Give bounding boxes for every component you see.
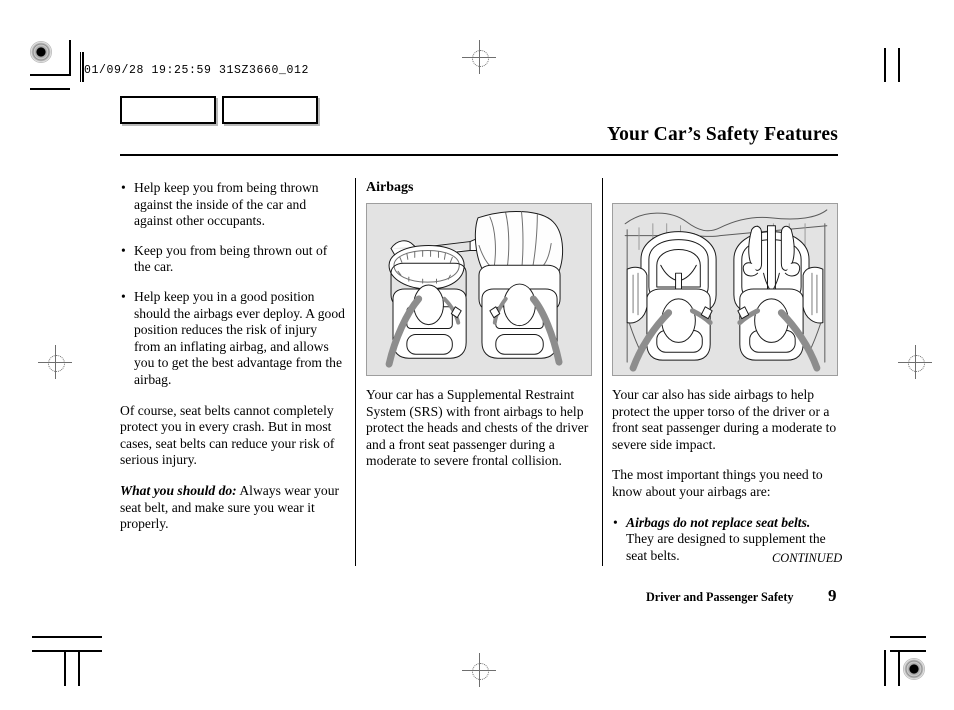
right-column-paragraph-1: Your car also has side airbags to help p… [612, 387, 837, 452]
registration-dot-top-left [30, 41, 52, 63]
page-number: 9 [828, 586, 837, 605]
front-airbags-illustration [385, 211, 564, 368]
front-airbags-figure [366, 203, 592, 376]
left-column-advice: What you should do: Always wear your sea… [120, 483, 346, 533]
registration-crosshair-right [898, 345, 932, 379]
registration-crosshair-bottom-center [462, 653, 496, 687]
header-box-left[interactable] [120, 96, 216, 124]
column-divider-left [355, 178, 356, 566]
right-column-paragraph-2: The most important things you need to kn… [612, 467, 823, 499]
crop-mark-top-right-vertical-2 [898, 48, 900, 82]
bullet-icon: • [121, 180, 126, 195]
crop-mark-top-right-vertical [884, 48, 886, 82]
crop-mark-bottom-left-horizontal [32, 636, 102, 638]
crop-mark-top-left-horizontal-2 [30, 88, 70, 90]
side-airbags-illustration [624, 209, 828, 372]
crop-mark-bottom-left-vertical [64, 650, 66, 686]
bullet-icon: • [121, 242, 126, 258]
registration-crosshair-top-center [462, 40, 496, 74]
advice-lead-in: What you should do: [120, 482, 237, 498]
page-title: Your Car’s Safety Features [606, 124, 838, 145]
header-box-right[interactable] [222, 96, 318, 124]
crop-mark-bottom-right-vertical [884, 650, 886, 686]
continued-label: CONTINUED [772, 551, 843, 565]
slug-rule [80, 52, 81, 82]
manual-page: 01/09/28 19:25:59 31SZ3660_012 Your Car’… [0, 0, 954, 710]
list-item: • Keep you from being thrown out of the … [120, 243, 346, 276]
print-slug: 01/09/28 19:25:59 31SZ3660_012 [84, 64, 310, 77]
crop-mark-top-left-horizontal [30, 74, 70, 76]
side-airbags-figure [612, 203, 838, 376]
left-column-bullet-list: • Help keep you from being thrown agains… [120, 180, 346, 389]
list-item: • Help keep you in a good position shoul… [120, 289, 346, 389]
bullet-icon: • [613, 514, 618, 530]
list-item-text: Help keep you in a good position should … [134, 288, 345, 387]
list-item-text: Keep you from being thrown out of the ca… [134, 242, 328, 275]
bullet-icon: • [121, 288, 126, 304]
crop-mark-top-left-vertical [69, 40, 71, 76]
title-underline [120, 154, 838, 156]
bullet-lead-in: Airbags do not replace seat belts. [626, 514, 811, 530]
footer-section-label: Driver and Passenger Safety [646, 590, 794, 604]
list-item-text: Help keep you from being thrown against … [134, 180, 319, 229]
crop-mark-bottom-right-horizontal [890, 636, 926, 638]
list-item: • Help keep you from being thrown agains… [120, 180, 346, 230]
registration-crosshair-left [38, 345, 72, 379]
crop-mark-bottom-left-horizontal-2 [32, 650, 102, 652]
crop-mark-bottom-left-vertical-2 [78, 650, 80, 686]
middle-column-paragraph: Your car has a Supplemental Restraint Sy… [366, 387, 589, 469]
right-column: Your car also has side airbags to help p… [612, 387, 840, 564]
middle-column: Airbags [366, 180, 594, 206]
crop-mark-bottom-right-vertical-2 [898, 650, 900, 686]
airbags-subheading: Airbags [366, 180, 414, 195]
crop-mark-bottom-right-horizontal-2 [890, 650, 926, 652]
column-divider-right [602, 178, 603, 566]
middle-column-body: Your car has a Supplemental Restraint Sy… [366, 387, 594, 470]
left-column: • Help keep you from being thrown agains… [120, 180, 346, 533]
left-column-paragraph: Of course, seat belts cannot completely … [120, 402, 335, 468]
registration-dot-bottom-right [903, 658, 925, 680]
